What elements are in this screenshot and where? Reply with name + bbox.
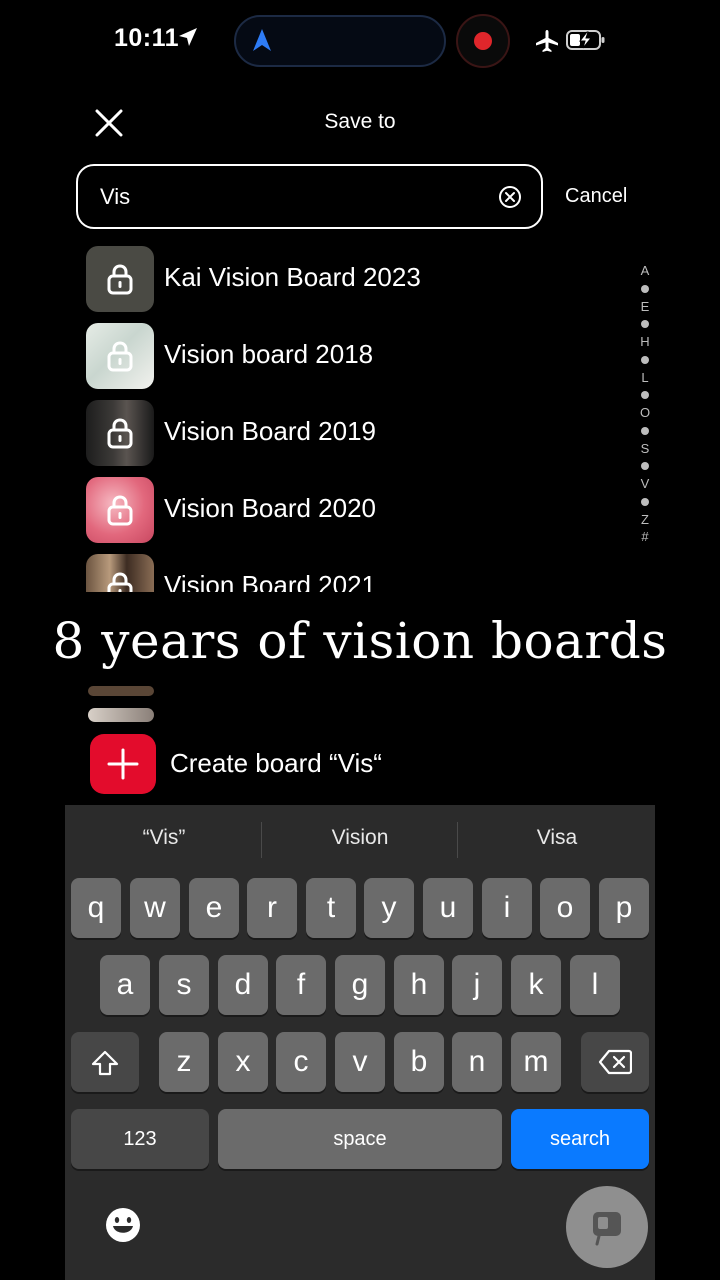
key-k[interactable]: k xyxy=(511,955,561,1015)
alphabet-index[interactable]: A E H L O S V Z # xyxy=(636,262,654,546)
key-w[interactable]: w xyxy=(130,878,180,938)
index-dot xyxy=(641,497,649,506)
board-thumbnail xyxy=(86,323,154,389)
key-r[interactable]: r xyxy=(247,878,297,938)
suggestion-divider xyxy=(457,822,458,858)
board-thumbnail xyxy=(88,708,154,722)
lock-icon xyxy=(107,418,133,449)
index-letter[interactable]: L xyxy=(636,369,654,387)
search-input[interactable] xyxy=(98,166,482,228)
search-field[interactable] xyxy=(76,164,543,229)
key-f[interactable]: f xyxy=(276,955,326,1015)
board-thumbnail xyxy=(88,686,154,696)
list-item[interactable]: Vision board 2018 xyxy=(86,323,606,391)
key-x[interactable]: x xyxy=(218,1032,268,1092)
key-q[interactable]: q xyxy=(71,878,121,938)
index-letter[interactable]: E xyxy=(636,298,654,316)
key-g[interactable]: g xyxy=(335,955,385,1015)
index-letter[interactable]: V xyxy=(636,475,654,493)
lock-icon xyxy=(107,572,133,592)
index-letter[interactable]: Z xyxy=(636,511,654,529)
airplane-icon xyxy=(536,30,558,52)
index-dot xyxy=(641,462,649,470)
board-thumbnail xyxy=(86,400,154,466)
suggestion-item[interactable]: “Vis” xyxy=(74,826,254,850)
index-dot xyxy=(641,426,649,435)
board-name: Vision board 2018 xyxy=(164,339,374,369)
cancel-button[interactable]: Cancel xyxy=(565,185,627,208)
key-i[interactable]: i xyxy=(482,878,532,938)
board-thumbnail xyxy=(86,246,154,312)
battery-charging-icon xyxy=(566,30,605,50)
numbers-key[interactable]: 123 xyxy=(71,1109,209,1169)
lock-icon xyxy=(107,264,133,295)
suggestion-item[interactable]: Visa xyxy=(467,826,647,850)
index-dot xyxy=(641,391,649,399)
shift-key[interactable] xyxy=(71,1032,139,1092)
create-board-label[interactable]: Create board “Vis“ xyxy=(170,748,382,779)
status-time: 10:11 xyxy=(114,24,180,52)
key-t[interactable]: t xyxy=(306,878,356,938)
board-name: Kai Vision Board 2023 xyxy=(164,262,421,292)
shift-icon xyxy=(91,1050,119,1076)
search-key[interactable]: search xyxy=(511,1109,649,1169)
key-b[interactable]: b xyxy=(394,1032,444,1092)
list-item[interactable]: Vision Board 2021 xyxy=(86,554,606,592)
suggestion-divider xyxy=(261,822,262,858)
key-j[interactable]: j xyxy=(452,955,502,1015)
emoji-icon[interactable] xyxy=(104,1206,142,1244)
navigation-icon xyxy=(253,29,271,51)
board-thumbnail xyxy=(86,554,154,592)
index-letter[interactable]: S xyxy=(636,440,654,458)
board-name: Vision Board 2019 xyxy=(164,416,377,446)
key-a[interactable]: a xyxy=(100,955,150,1015)
clear-search-icon[interactable] xyxy=(498,185,522,209)
index-letter[interactable]: # xyxy=(636,528,654,546)
index-letter[interactable]: O xyxy=(636,404,654,422)
lock-icon xyxy=(107,495,133,526)
index-letter[interactable]: A xyxy=(636,262,654,280)
record-dot-icon xyxy=(474,32,492,50)
index-dot xyxy=(641,320,649,328)
key-d[interactable]: d xyxy=(218,955,268,1015)
dictation-button[interactable] xyxy=(566,1186,648,1268)
key-c[interactable]: c xyxy=(276,1032,326,1092)
suggestion-item[interactable]: Vision xyxy=(270,826,450,850)
space-key[interactable]: space xyxy=(218,1109,502,1169)
key-e[interactable]: e xyxy=(189,878,239,938)
key-o[interactable]: o xyxy=(540,878,590,938)
create-board-button[interactable] xyxy=(90,734,156,794)
location-arrow-icon xyxy=(179,28,197,46)
board-name: Vision Board 2021 xyxy=(164,570,377,592)
key-z[interactable]: z xyxy=(159,1032,209,1092)
key-l[interactable]: l xyxy=(570,955,620,1015)
lock-icon xyxy=(107,341,133,372)
page-title: Save to xyxy=(324,110,396,133)
index-letter[interactable]: H xyxy=(636,333,654,351)
key-h[interactable]: h xyxy=(394,955,444,1015)
video-caption: 8 years of vision boards xyxy=(52,612,668,670)
key-n[interactable]: n xyxy=(452,1032,502,1092)
key-v[interactable]: v xyxy=(335,1032,385,1092)
dictation-icon xyxy=(593,1212,621,1246)
board-name: Vision Board 2020 xyxy=(164,493,377,523)
index-dot xyxy=(641,355,649,364)
backspace-icon xyxy=(598,1049,633,1075)
plus-icon xyxy=(107,748,139,780)
list-item[interactable]: Vision Board 2019 xyxy=(86,400,606,468)
key-s[interactable]: s xyxy=(159,955,209,1015)
index-dot xyxy=(641,284,649,293)
board-thumbnail xyxy=(86,477,154,543)
key-m[interactable]: m xyxy=(511,1032,561,1092)
key-p[interactable]: p xyxy=(599,878,649,938)
board-list: Kai Vision Board 2023 Vision board 2018 … xyxy=(0,240,720,592)
key-y[interactable]: y xyxy=(364,878,414,938)
delete-key[interactable] xyxy=(581,1032,649,1092)
list-item[interactable]: Kai Vision Board 2023 xyxy=(86,246,606,314)
list-item[interactable]: Vision Board 2020 xyxy=(86,477,606,545)
key-u[interactable]: u xyxy=(423,878,473,938)
